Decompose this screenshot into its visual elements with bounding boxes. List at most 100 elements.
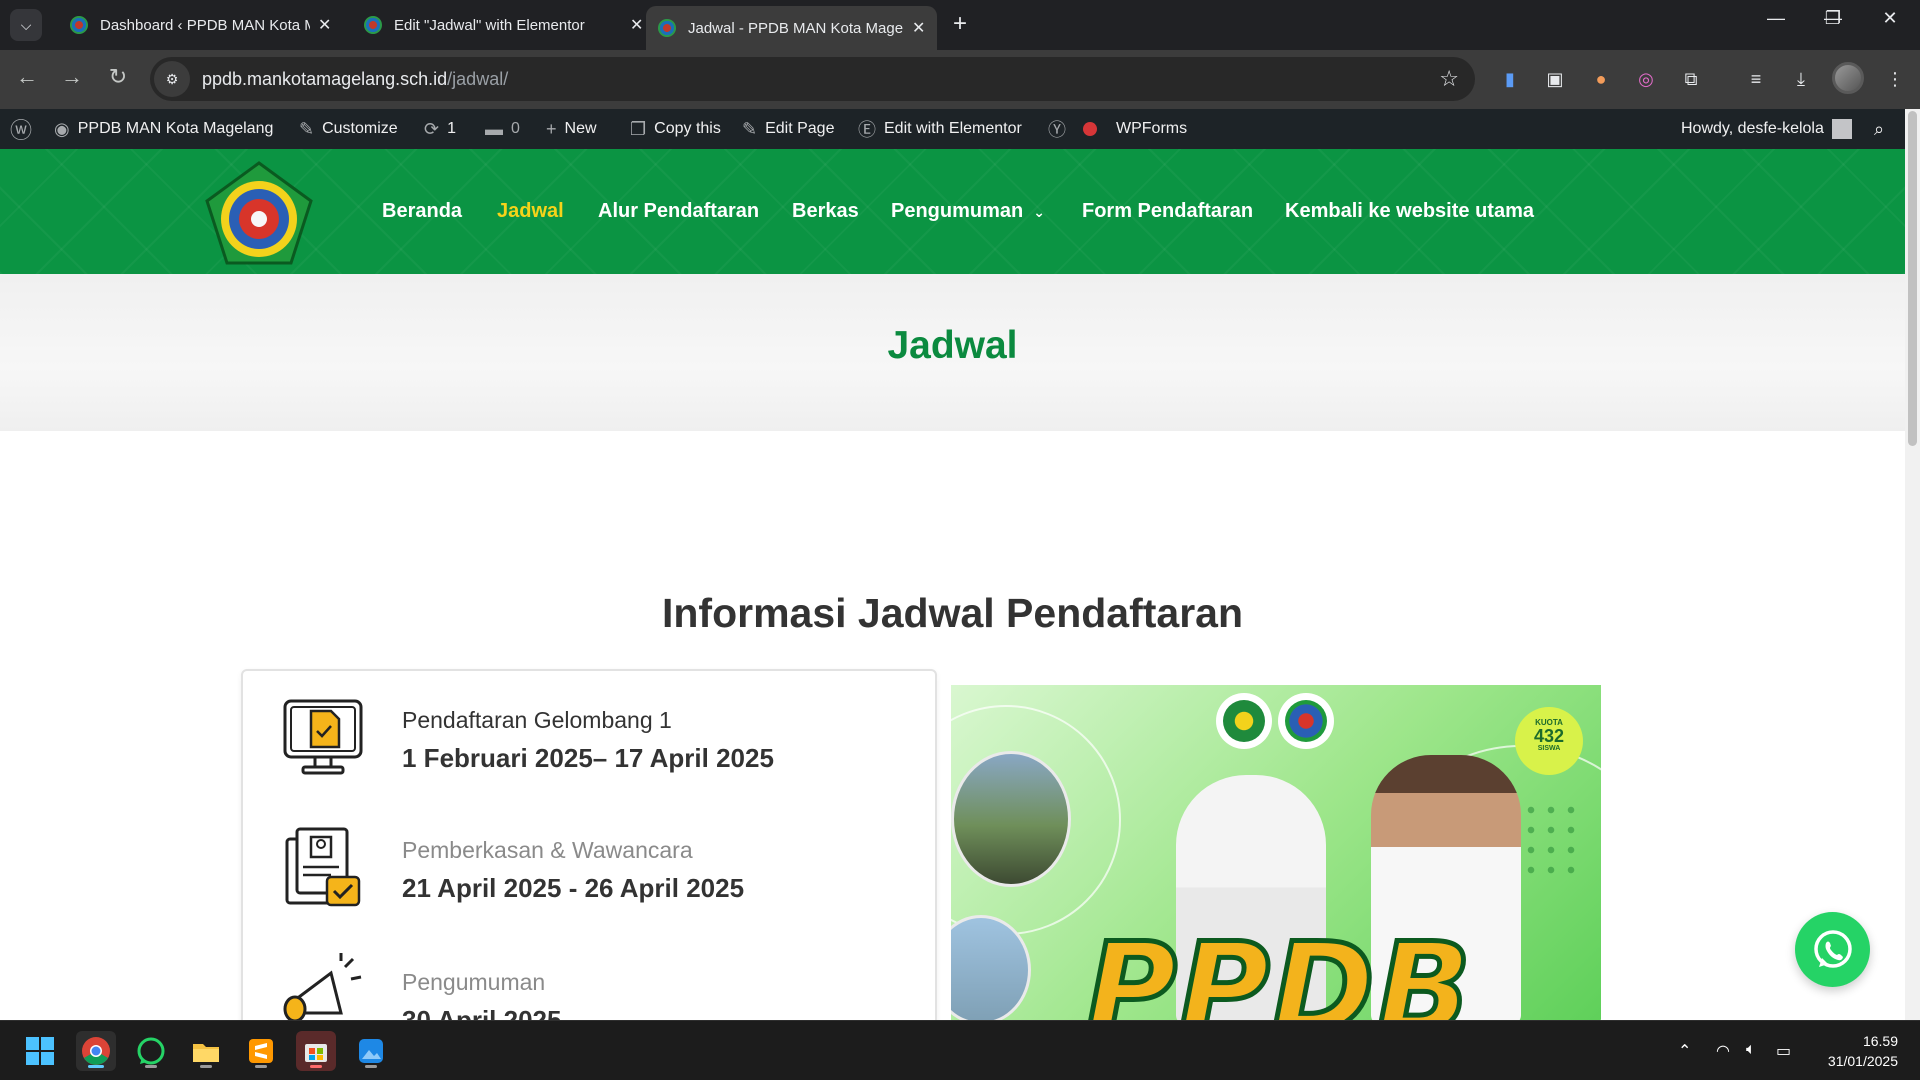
extensions-puzzle-icon[interactable]: ⧉ <box>1678 66 1704 92</box>
adminbar-customize[interactable]: ✎ Customize <box>299 109 398 149</box>
schedule-card: Pendaftaran Gelombang 1 1 Februari 2025–… <box>241 669 937 1080</box>
close-tab-icon[interactable]: ✕ <box>630 15 643 35</box>
schedule-label: Pemberkasan & Wawancara <box>402 837 693 863</box>
pencil-icon: ✎ <box>742 118 758 139</box>
close-window-button[interactable]: ✕ <box>1870 8 1910 29</box>
bookmark-star-icon[interactable]: ☆ <box>1439 66 1459 92</box>
browser-menu-icon[interactable]: ⋮ <box>1882 66 1908 92</box>
chevron-down-icon: ⌄ <box>1033 204 1045 220</box>
page-title: Jadwal <box>887 324 1018 367</box>
nav-berkas[interactable]: Berkas <box>792 200 859 223</box>
whatsapp-taskbar-icon[interactable] <box>131 1031 171 1071</box>
extension-docs-icon[interactable]: ▮ <box>1497 66 1523 92</box>
whatsapp-icon <box>1813 929 1852 968</box>
wp-admin-bar: ⓦ ◉ PPDB MAN Kota Magelang ✎ Customize ⟳ 1 … <box>0 109 1920 149</box>
user-avatar <box>1831 119 1852 139</box>
schedule-date: 1 Februari 2025– 17 April 2025 <box>402 743 774 773</box>
nav-form-pendaftaran[interactable]: Form Pendaftaran <box>1082 200 1253 223</box>
kuota-badge: KUOTA 432 SISWA <box>1515 707 1583 775</box>
schedule-label: Pendaftaran Gelombang 1 <box>402 707 672 733</box>
address-bar[interactable]: ⚙ ppdb.mankotamagelang.sch.id/jadwal/ ☆ <box>150 57 1475 101</box>
tab-title: Edit "Jadwal" with Elementor <box>394 16 585 34</box>
adminbar-wpforms[interactable]: WPForms <box>1116 109 1187 149</box>
tray-overflow-chevron-icon[interactable]: ⌃ <box>1678 1041 1691 1061</box>
new-tab-button[interactable]: + <box>945 10 975 38</box>
madrasah-emblem <box>1278 693 1334 749</box>
adminbar-search-icon[interactable]: ⌕ <box>1874 109 1884 149</box>
windows-taskbar: ⌃ ◠ 🔈︎ ▭ 16.59 31/01/2025 <box>0 1020 1920 1080</box>
page-title-banner: Jadwal <box>0 274 1905 431</box>
forward-button[interactable]: → <box>57 64 87 90</box>
nav-beranda[interactable]: Beranda <box>382 200 462 223</box>
chrome-taskbar-icon[interactable] <box>76 1031 116 1071</box>
yoast-icon[interactable]: Ⓨ <box>1048 109 1066 149</box>
school-logo[interactable] <box>203 159 315 269</box>
tab-title: Dashboard ‹ PPDB MAN Kota Magelang <box>100 16 310 34</box>
adminbar-updates[interactable]: ⟳ 1 <box>424 109 456 149</box>
browser-tab-jadwal[interactable]: Jadwal - PPDB MAN Kota Magelang ✕ <box>646 6 938 50</box>
plus-icon: + <box>546 118 557 139</box>
poster-headline: PPDB <box>1083 915 1474 1022</box>
back-button[interactable]: ← <box>12 64 42 90</box>
site-favicon-icon <box>70 16 88 34</box>
volume-icon[interactable]: 🔈︎ <box>1746 1041 1756 1059</box>
restore-window-button[interactable]: ❐ <box>1813 8 1853 29</box>
adminbar-account[interactable]: Howdy, desfe-kelola <box>1681 109 1852 149</box>
nav-alur-pendaftaran[interactable]: Alur Pendaftaran <box>598 200 759 223</box>
elementor-icon: Ⓔ <box>858 120 876 140</box>
site-favicon-icon <box>364 16 382 34</box>
wordpress-logo-icon[interactable]: ⓦ <box>10 109 32 149</box>
minimize-window-button-2[interactable]: — <box>1756 8 1796 29</box>
wifi-icon[interactable]: ◠ <box>1716 1041 1730 1061</box>
browser-toolbar: ← → ↻ ⚙ ppdb.mankotamagelang.sch.id/jadw… <box>0 50 1920 109</box>
dashboard-icon: ◉ <box>54 118 70 139</box>
profile-avatar[interactable] <box>1832 62 1864 94</box>
extension-tab-icon[interactable]: ▣ <box>1542 66 1568 92</box>
school-building-photo <box>951 751 1071 887</box>
sublime-text-icon[interactable] <box>241 1031 281 1071</box>
extension-capsule-icon[interactable]: ● <box>1588 66 1614 92</box>
site-header: Beranda Jadwal Alur Pendaftaran Berkas P… <box>0 149 1905 274</box>
section-title: Informasi Jadwal Pendaftaran <box>661 590 1243 636</box>
extension-color-icon[interactable]: ◎ <box>1633 66 1659 92</box>
site-info-icon[interactable]: ⚙ <box>154 61 190 97</box>
adminbar-site-name[interactable]: ◉ PPDB MAN Kota Magelang <box>54 109 273 149</box>
clock-time: 16.59 <box>1862 1033 1898 1049</box>
browser-tab-strip: ⌵ Dashboard ‹ PPDB MAN Kota Magelang ✕ E… <box>0 0 1920 50</box>
taskbar-clock[interactable]: 16.59 31/01/2025 <box>1828 1031 1898 1071</box>
file-explorer-icon[interactable] <box>186 1031 226 1071</box>
store-app-icon[interactable] <box>296 1031 336 1071</box>
adminbar-edit-page[interactable]: ✎ Edit Page <box>742 109 834 149</box>
battery-icon[interactable]: ▭ <box>1776 1041 1791 1061</box>
status-dot-icon <box>1083 109 1097 149</box>
nav-pengumuman[interactable]: Pengumuman ⌄ <box>891 200 1045 223</box>
kemenag-emblem <box>1216 693 1272 749</box>
nav-jadwal[interactable]: Jadwal <box>497 200 564 223</box>
tab-search-button[interactable]: ⌵ <box>10 9 42 41</box>
adminbar-copy[interactable]: ❐ Copy this <box>630 109 721 149</box>
browser-tab-elementor[interactable]: Edit "Jadwal" with Elementor ✕ <box>352 8 655 42</box>
adminbar-comments[interactable]: ▬ 0 <box>485 109 520 149</box>
brush-icon: ✎ <box>299 118 315 139</box>
tab-title: Jadwal - PPDB MAN Kota Magelang <box>688 19 904 37</box>
photos-app-icon[interactable] <box>351 1031 391 1071</box>
schedule-date: 21 April 2025 - 26 April 2025 <box>402 873 745 903</box>
adminbar-new[interactable]: + New <box>546 109 597 149</box>
updates-icon: ⟳ <box>424 118 440 139</box>
windows-start-icon[interactable] <box>20 1031 60 1071</box>
document-check-icon <box>285 827 361 907</box>
close-tab-icon[interactable]: ✕ <box>318 15 331 35</box>
browser-tab-dashboard[interactable]: Dashboard ‹ PPDB MAN Kota Magelang ✕ <box>58 8 343 42</box>
adminbar-edit-elementor[interactable]: Ⓔ Edit with Elementor <box>858 109 1022 149</box>
media-control-icon[interactable]: ≡ <box>1743 66 1769 92</box>
whatsapp-chat-button[interactable] <box>1795 912 1870 987</box>
close-tab-icon[interactable]: ✕ <box>912 18 925 38</box>
reload-button[interactable]: ↻ <box>103 64 133 90</box>
clock-date: 31/01/2025 <box>1827 1053 1898 1069</box>
schedule-label: Pengumuman <box>402 969 546 995</box>
nav-kembali[interactable]: Kembali ke website utama <box>1285 200 1534 223</box>
scrollbar-thumb[interactable] <box>1908 111 1917 446</box>
site-favicon-icon <box>658 19 676 37</box>
download-icon[interactable]: ⤓ <box>1788 66 1814 92</box>
computer-document-icon <box>283 699 363 775</box>
